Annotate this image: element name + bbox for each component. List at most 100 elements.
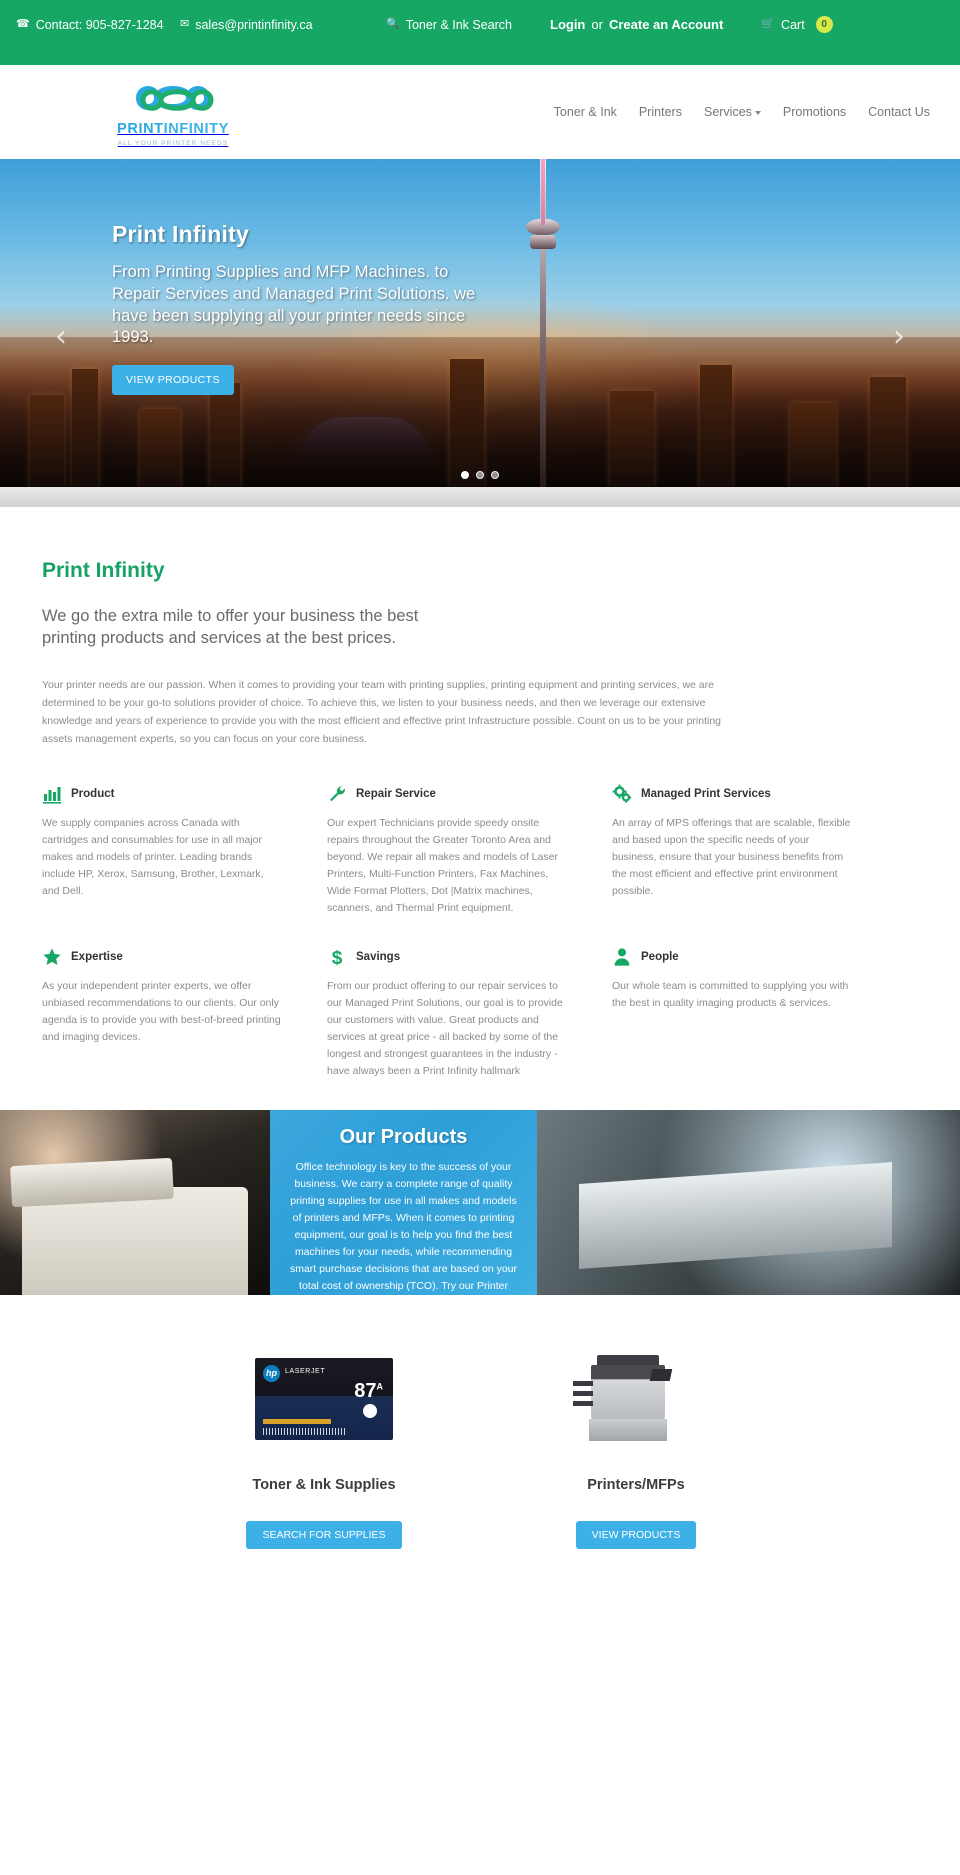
cn-tower-lower-pod-graphic [530, 235, 556, 249]
printer-tray-graphic [573, 1380, 593, 1386]
feature-product: Product We supply companies across Canad… [42, 784, 282, 917]
intro-lead-text: We go the extra mile to offer your busin… [42, 607, 419, 648]
feature-people: People Our whole team is committed to su… [612, 947, 852, 1080]
mfp-photo-right [537, 1109, 960, 1295]
wrench-icon [330, 786, 345, 802]
card-toner-ink-supplies: hp LASERJET 87A Toner & Ink Supplies SEA… [214, 1343, 434, 1549]
cart-icon: 🛒 [761, 18, 776, 30]
person-icon [614, 948, 630, 966]
hero-carousel: Print Infinity From Printing Supplies an… [0, 159, 960, 507]
card-title: Printers/MFPs [587, 1476, 685, 1493]
contact-email-link[interactable]: ✉ sales@printinfinity.ca [180, 16, 360, 34]
carousel-indicators [0, 471, 960, 479]
cartridge-strip-graphic [263, 1418, 331, 1424]
hero-title: Print Infinity [112, 221, 249, 247]
toner-ink-search-label: Toner & Ink Search [405, 18, 513, 32]
feature-body: We supply companies across Canada with c… [42, 816, 264, 897]
cart-count-badge: 0 [815, 16, 833, 33]
nav-item-printers[interactable]: Printers [639, 105, 682, 119]
carousel-dot-1[interactable] [461, 471, 469, 479]
hero-view-products-button[interactable]: VIEW PRODUCTS [112, 365, 234, 396]
features-grid: Product We supply companies across Canad… [0, 748, 960, 1110]
carousel-prev-button[interactable]: ‹ [55, 319, 67, 354]
contact-email-label: sales@printinfinity.ca [195, 18, 313, 32]
carousel-dot-3[interactable] [491, 471, 499, 479]
cartridge-lines-graphic [263, 1427, 347, 1435]
building-graphic [700, 365, 732, 487]
feature-savings: $ Savings From our product offering to o… [327, 947, 567, 1080]
dollar-icon: $ [332, 948, 343, 967]
feature-title: Expertise [71, 950, 123, 963]
copier-photo-left [0, 1109, 270, 1295]
hero-slide-content: Print Infinity From Printing Supplies an… [112, 221, 492, 396]
carousel-dot-2[interactable] [476, 471, 484, 479]
carousel-next-button[interactable]: › [893, 319, 905, 354]
our-products-heading: Our Products [339, 1125, 468, 1148]
site-logo[interactable]: PRINTINFINITY ALL YOUR PRINTER NEEDS [108, 77, 238, 147]
hp-brand-label: hp [263, 1364, 280, 1382]
printer-tray-graphic [573, 1390, 593, 1396]
logo-tagline: ALL YOUR PRINTER NEEDS [117, 140, 229, 147]
nav-item-toner-ink[interactable]: Toner & Ink [554, 105, 617, 119]
chevron-down-icon [754, 110, 761, 115]
toner-ink-search-link[interactable]: 🔍 Toner & Ink Search [386, 16, 516, 34]
or-label: or [591, 17, 603, 32]
contact-phone-label: Contact: 905-827-1284 [35, 18, 164, 32]
intro-heading: Print Infinity [42, 559, 165, 582]
view-products-button[interactable]: VIEW PRODUCTS [575, 1520, 697, 1549]
feature-body: As your independent printer experts, we … [42, 979, 281, 1043]
search-for-supplies-button[interactable]: SEARCH FOR SUPPLIES [246, 1520, 402, 1549]
our-products-content: Our Products Office technology is key to… [270, 1109, 537, 1295]
gears-icon [612, 784, 632, 803]
card-printers-mfps: Printers/MFPs VIEW PRODUCTS [526, 1343, 746, 1549]
feature-body: An array of MPS offerings that are scala… [612, 816, 851, 897]
feature-repair-service: Repair Service Our expert Technicians pr… [327, 784, 567, 917]
intro-body-text: Your printer needs are our passion. When… [42, 678, 722, 745]
feature-expertise: Expertise As your independent printer ex… [42, 947, 282, 1080]
nav-item-promotions[interactable]: Promotions [783, 105, 846, 119]
nav-item-services[interactable]: Services [704, 105, 761, 119]
card-title: Toner & Ink Supplies [252, 1476, 396, 1493]
our-products-band: Our Products Office technology is key to… [0, 1109, 960, 1295]
logo-word-infinity: INFINITY [163, 121, 229, 137]
cn-tower-spire-graphic [541, 159, 545, 225]
hero-subtitle: From Printing Supplies and MFP Machines.… [112, 263, 476, 347]
create-account-link[interactable]: Create an Account [609, 16, 723, 35]
search-icon: 🔍 [386, 18, 400, 30]
star-icon [43, 948, 61, 965]
main-navigation: Toner & Ink Printers Services Promotions… [554, 105, 930, 119]
cart-link[interactable]: 🛒 Cart 0 [761, 16, 833, 34]
login-link[interactable]: Login [550, 16, 585, 35]
feature-title: People [641, 950, 679, 963]
infinity-logo-icon [135, 86, 214, 111]
mfp-printer-art [571, 1351, 701, 1447]
printer-base-graphic [589, 1418, 667, 1441]
feature-title: Repair Service [356, 787, 436, 800]
building-graphic [72, 369, 98, 487]
product-line-label: LASERJET [285, 1367, 326, 1375]
printer-tray-graphic [573, 1400, 593, 1406]
printer-panel-graphic [649, 1368, 673, 1381]
hp-toner-art: hp LASERJET 87A [255, 1357, 393, 1440]
hero-bottom-shelf [0, 487, 960, 507]
intro-section: Print Infinity We go the extra mile to o… [0, 507, 960, 748]
printer-image [526, 1343, 746, 1455]
bar-chart-icon [43, 786, 61, 804]
feature-body: Our expert Technicians provide speedy on… [327, 816, 558, 914]
envelope-icon: ✉ [180, 18, 190, 30]
cartridge-dot-graphic [363, 1403, 377, 1418]
cart-label: Cart [781, 18, 805, 32]
site-header: PRINTINFINITY ALL YOUR PRINTER NEEDS Ton… [0, 65, 960, 159]
svg-text:$: $ [332, 948, 343, 967]
our-products-body: Office technology is key to the success … [289, 1160, 518, 1292]
utility-topbar: ☎ Contact: 905-827-1284 ✉ sales@printinf… [0, 0, 960, 65]
model-number-label: 87A [354, 1379, 383, 1402]
toner-cartridge-image: hp LASERJET 87A [214, 1343, 434, 1455]
feature-title: Savings [356, 950, 401, 963]
contact-phone-link[interactable]: ☎ Contact: 905-827-1284 [16, 16, 166, 34]
feature-managed-print-services: Managed Print Services An array of MPS o… [612, 784, 852, 917]
product-cards-section: hp LASERJET 87A Toner & Ink Supplies SEA… [0, 1294, 960, 1589]
feature-body: From our product offering to our repair … [327, 979, 563, 1077]
feature-title: Managed Print Services [641, 787, 771, 800]
nav-item-contact-us[interactable]: Contact Us [868, 105, 930, 119]
